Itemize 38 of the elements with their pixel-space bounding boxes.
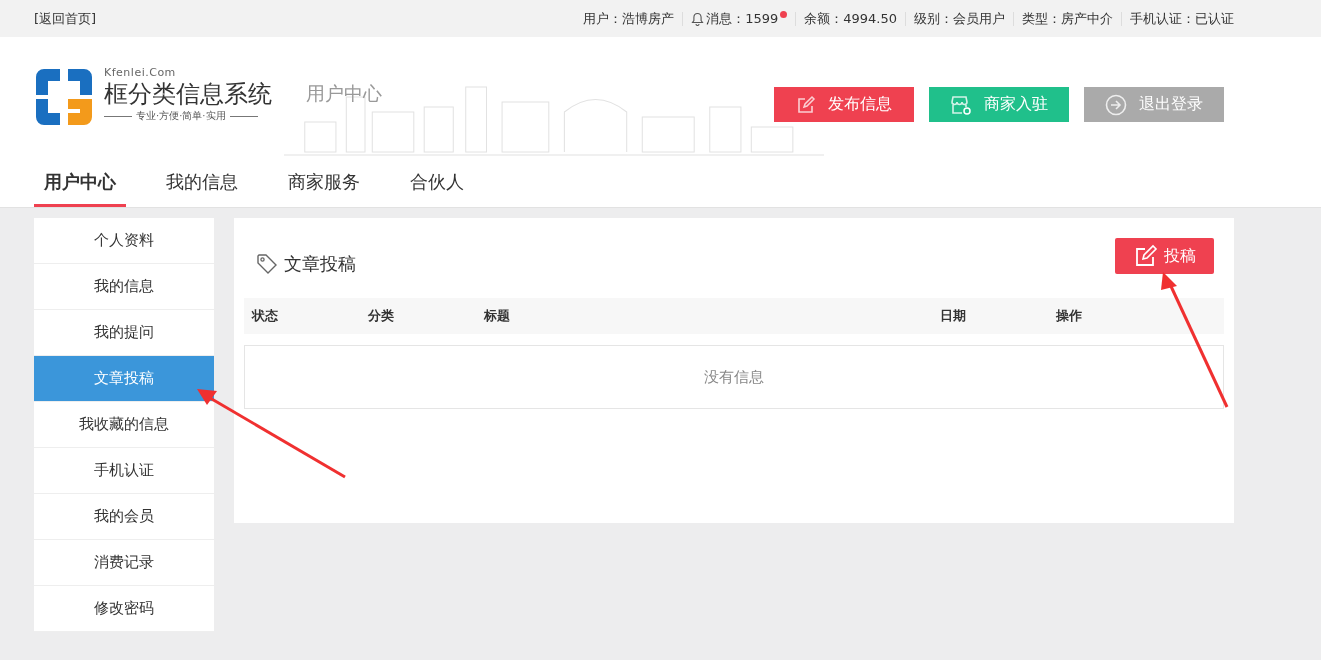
user-info-text: 手机认证：已认证 bbox=[1130, 9, 1234, 28]
post-button[interactable]: 投稿 bbox=[1115, 238, 1214, 274]
tag-icon bbox=[256, 253, 278, 275]
empty-message: 没有信息 bbox=[244, 345, 1224, 409]
sidebar-item[interactable]: 手机认证 bbox=[34, 448, 214, 494]
sidebar-item[interactable]: 修改密码 bbox=[34, 586, 214, 632]
logo-domain: Kfenlei.Com bbox=[104, 67, 177, 79]
user-info-text: 级别：会员用户 bbox=[914, 9, 1005, 28]
nav-tab[interactable]: 商家服务 bbox=[278, 160, 370, 207]
bell-icon bbox=[691, 11, 705, 26]
nav-tab[interactable]: 我的信息 bbox=[156, 160, 248, 207]
logo-title: 框分类信息系统 bbox=[104, 79, 272, 109]
column-header: 操作 bbox=[1056, 307, 1083, 325]
nav-tab[interactable]: 用户中心 bbox=[34, 160, 126, 207]
sidebar-item[interactable]: 我的信息 bbox=[34, 264, 214, 310]
column-header: 分类 bbox=[368, 307, 395, 325]
arrow-circle-icon bbox=[1105, 93, 1127, 116]
logo-slogan: 专业·方便·简单·实用 bbox=[136, 109, 226, 123]
logo-icon bbox=[34, 67, 94, 127]
sidebar-item[interactable]: 我收藏的信息 bbox=[34, 402, 214, 448]
nav-tab[interactable]: 合伙人 bbox=[400, 160, 474, 207]
store-icon bbox=[950, 94, 972, 115]
user-info-text: 类型：房产中介 bbox=[1022, 9, 1113, 28]
edit-icon bbox=[1133, 244, 1158, 268]
user-info-text: 用户：浩博房产 bbox=[583, 9, 675, 28]
panel-title: 文章投稿 bbox=[284, 252, 356, 276]
sidebar-item[interactable]: 消费记录 bbox=[34, 540, 214, 586]
edit-icon bbox=[796, 94, 816, 115]
home-link[interactable]: [返回首页] bbox=[34, 9, 97, 28]
column-header: 日期 bbox=[940, 307, 967, 325]
column-header: 状态 bbox=[252, 307, 279, 325]
user-info-text: 余额：4994.50 bbox=[804, 9, 897, 28]
sidebar-item[interactable]: 个人资料 bbox=[34, 218, 214, 264]
header-button[interactable]: 发布信息 bbox=[774, 87, 914, 122]
messages-count[interactable]: 消息：1599 bbox=[706, 9, 779, 28]
sidebar-item[interactable]: 我的会员 bbox=[34, 494, 214, 540]
column-header: 标题 bbox=[484, 307, 511, 325]
section-title: 用户中心 bbox=[306, 81, 382, 106]
